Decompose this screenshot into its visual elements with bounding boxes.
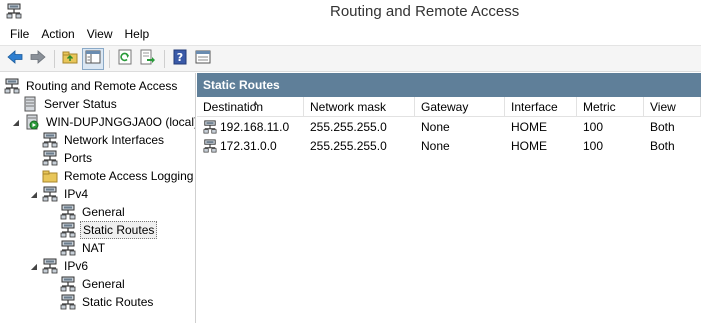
cell-destination: 172.31.0.0: [197, 139, 304, 153]
title-bar: Routing and Remote Access: [0, 0, 701, 24]
tree-item-label: Ports: [64, 151, 93, 165]
network-icon: [60, 294, 76, 310]
cell-metric: 100: [583, 119, 604, 134]
back-arrow-icon: [6, 49, 24, 68]
tree-item-label: IPv6: [64, 259, 89, 273]
tree-item-ipv6-general[interactable]: General: [60, 275, 127, 293]
details-pane: Static Routes ▲ Destination Network mask…: [197, 73, 701, 323]
cell-interface: HOME: [511, 119, 547, 134]
tree-item-ipv4-static-routes[interactable]: Static Routes: [60, 221, 158, 239]
column-header-gateway[interactable]: Gateway: [415, 97, 505, 117]
forward-button[interactable]: [27, 48, 49, 70]
tree-item-label: Network Interfaces: [64, 133, 165, 147]
network-icon: [60, 204, 76, 220]
help-icon: ?: [172, 49, 188, 68]
network-icon: [60, 276, 76, 292]
toolbar-separator: [109, 49, 110, 68]
tree-item-network-interfaces[interactable]: Network Interfaces: [42, 131, 166, 149]
column-header-network-mask[interactable]: Network mask: [304, 97, 415, 117]
column-header-view[interactable]: View: [644, 97, 701, 117]
tree-item-ports[interactable]: Ports: [42, 149, 94, 167]
toolbar: ?: [0, 45, 701, 72]
network-icon: [4, 78, 20, 94]
tree-item-label: General: [82, 277, 125, 291]
list-header: ▲ Destination Network mask Gateway Inter…: [197, 97, 701, 117]
up-folder-icon: [62, 49, 78, 68]
table-row[interactable]: 192.168.11.0 255.255.255.0 None HOME 100…: [197, 117, 701, 136]
sort-ascending-icon: ▲: [252, 100, 259, 107]
tree-item-label: Static Routes: [80, 221, 158, 239]
network-icon: [42, 132, 58, 148]
network-icon: [60, 222, 76, 238]
tree-item-routing-and-remote-access[interactable]: Routing and Remote Access: [4, 77, 179, 95]
tree-item-ipv4[interactable]: ◢ IPv4: [28, 185, 90, 203]
expander-collapse-icon[interactable]: ◢: [28, 188, 40, 200]
cell-destination-text: 192.168.11.0: [220, 119, 290, 134]
server-icon: [22, 96, 38, 112]
export-list-icon: [140, 49, 156, 68]
refresh-icon: [117, 49, 133, 68]
network-icon: [42, 150, 58, 166]
tree-item-ipv6-static-routes[interactable]: Static Routes: [60, 293, 155, 311]
show-hide-console-tree-icon: [85, 49, 101, 68]
tree-item-label: Routing and Remote Access: [26, 79, 178, 93]
cell-interface: HOME: [511, 138, 547, 153]
cell-metric: 100: [583, 138, 604, 153]
tree-item-remote-access-logging[interactable]: Remote Access Logging: [42, 167, 195, 185]
network-icon: [60, 240, 76, 256]
toolbar-separator: [164, 49, 165, 68]
tree-item-ipv4-nat[interactable]: NAT: [60, 239, 107, 257]
column-header-interface[interactable]: Interface: [505, 97, 577, 117]
properties-button[interactable]: [192, 48, 214, 70]
forward-arrow-icon: [29, 49, 47, 68]
expander-collapse-icon[interactable]: ◢: [10, 116, 22, 128]
tree-item-label: WIN-DUPJNGGJA0O (local): [46, 115, 196, 129]
details-title: Static Routes: [197, 73, 701, 97]
window-title: Routing and Remote Access: [330, 3, 520, 20]
back-button[interactable]: [4, 48, 26, 70]
menu-bar: File Action View Help: [0, 24, 701, 45]
tree-item-label: Server Status: [44, 97, 117, 111]
cell-network-mask: 255.255.255.0: [310, 119, 387, 134]
cell-destination: 192.168.11.0: [197, 120, 304, 134]
server-running-icon: [24, 114, 40, 130]
expander-collapse-icon[interactable]: ◢: [28, 260, 40, 272]
tree-item-label: General: [82, 205, 125, 219]
show-hide-console-tree-button[interactable]: [82, 47, 104, 70]
cell-view: Both: [650, 119, 675, 134]
table-row[interactable]: 172.31.0.0 255.255.255.0 None HOME 100 B…: [197, 136, 701, 155]
properties-icon: [195, 49, 211, 68]
tree-item-ipv4-general[interactable]: General: [60, 203, 127, 221]
tree-item-ipv6[interactable]: ◢ IPv6: [28, 257, 90, 275]
menu-file[interactable]: File: [4, 25, 35, 44]
cell-destination-text: 172.31.0.0: [220, 138, 277, 153]
menu-action[interactable]: Action: [35, 25, 80, 44]
svg-text:?: ?: [177, 51, 183, 64]
refresh-button[interactable]: [114, 48, 136, 70]
up-one-level-button[interactable]: [59, 48, 81, 70]
export-list-button[interactable]: [137, 48, 159, 70]
route-icon: [203, 138, 217, 153]
cell-view: Both: [650, 138, 675, 153]
route-icon: [203, 119, 217, 134]
console-tree: Routing and Remote Access Server Status …: [0, 73, 196, 323]
tree-item-label: NAT: [82, 241, 106, 255]
tree-item-server[interactable]: ◢ WIN-DUPJNGGJA0O (local): [10, 113, 196, 131]
column-header-metric[interactable]: Metric: [577, 97, 644, 117]
tree-item-label: Static Routes: [82, 295, 154, 309]
cell-gateway: None: [421, 119, 450, 134]
menu-view[interactable]: View: [81, 25, 119, 44]
tree-item-server-status[interactable]: Server Status: [22, 95, 119, 113]
folder-icon: [42, 168, 58, 184]
toolbar-separator: [54, 49, 55, 68]
tree-item-label: Remote Access Logging: [64, 169, 194, 183]
menu-help[interactable]: Help: [119, 25, 156, 44]
network-icon: [42, 186, 58, 202]
column-header-destination[interactable]: ▲ Destination: [197, 97, 304, 117]
network-icon: [42, 258, 58, 274]
tree-item-label: IPv4: [64, 187, 89, 201]
help-button[interactable]: ?: [169, 48, 191, 70]
cell-network-mask: 255.255.255.0: [310, 138, 387, 153]
cell-gateway: None: [421, 138, 450, 153]
